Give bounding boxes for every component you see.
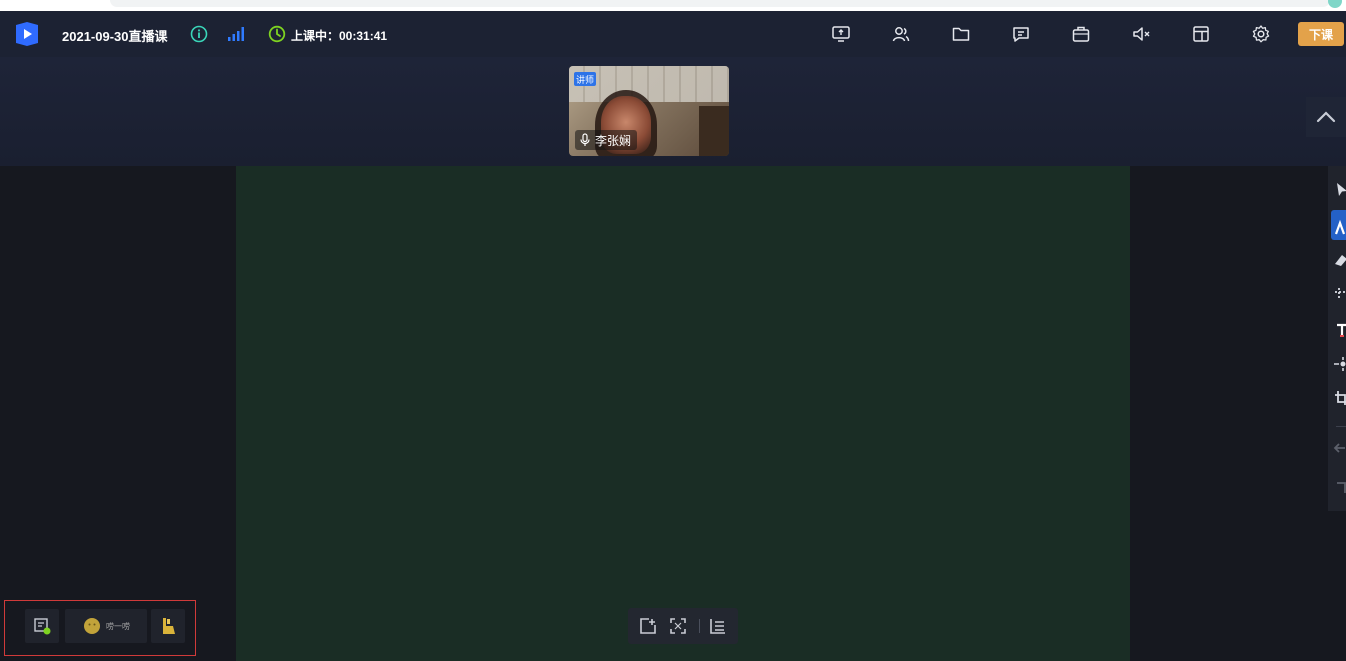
controls-divider — [699, 619, 700, 633]
toolbar-divider — [1336, 426, 1346, 427]
shape-icon — [1335, 288, 1346, 300]
cursor-icon — [1337, 183, 1346, 196]
emoji-icon — [84, 618, 100, 634]
select-tool-button[interactable] — [1331, 180, 1346, 200]
chat-icon — [1013, 27, 1029, 42]
class-status: 上课中：00:31:41 — [291, 29, 388, 43]
browser-chrome-edge — [0, 0, 1346, 11]
raise-hand-icon — [163, 618, 175, 634]
toolbox-button[interactable] — [1069, 22, 1093, 46]
microphone-icon[interactable] — [578, 133, 592, 147]
laser-tool-button[interactable] — [1331, 354, 1346, 374]
screen-share-icon — [832, 26, 850, 42]
whiteboard-page-controls — [628, 608, 738, 644]
undo-button[interactable] — [1331, 438, 1346, 458]
clear-button[interactable] — [1331, 478, 1346, 498]
collapse-video-button[interactable] — [1306, 97, 1346, 137]
fullscreen-icon — [670, 618, 686, 634]
chat-interact-button[interactable]: 唠一唠 — [65, 609, 147, 643]
laser-icon — [1334, 357, 1346, 371]
chevron-up-icon — [1316, 111, 1336, 123]
text-tool-button[interactable] — [1331, 320, 1346, 340]
whiteboard-canvas[interactable] — [236, 166, 1130, 661]
teacher-video-tile[interactable]: 讲师 李张娴 — [569, 66, 729, 156]
profile-avatar-icon[interactable] — [1328, 0, 1342, 8]
toolbox-icon — [1072, 26, 1090, 42]
whiteboard-toolbar — [1328, 166, 1346, 511]
speaker-button[interactable] — [1129, 22, 1153, 46]
info-icon[interactable] — [190, 25, 208, 43]
layout-button[interactable] — [1189, 22, 1213, 46]
page-list-button[interactable] — [708, 616, 728, 636]
video-background-shelf — [699, 106, 729, 156]
add-page-icon — [640, 618, 656, 634]
pen-icon — [1334, 219, 1346, 234]
eraser-icon — [1335, 255, 1346, 266]
clear-icon — [1337, 482, 1346, 493]
teacher-name: 李张娴 — [595, 133, 632, 148]
undo-icon — [1333, 443, 1345, 453]
settings-button[interactable] — [1249, 22, 1273, 46]
files-button[interactable] — [949, 22, 973, 46]
sign-in-button[interactable] — [25, 609, 59, 643]
name-plate: 李张娴 — [575, 130, 638, 150]
role-badge: 讲师 — [574, 72, 596, 86]
fullscreen-button[interactable] — [668, 616, 688, 636]
crop-tool-button[interactable] — [1331, 388, 1346, 408]
speaker-mute-icon — [1133, 27, 1150, 41]
end-class-button[interactable]: 下课 — [1298, 22, 1344, 46]
screen-share-button[interactable] — [829, 22, 853, 46]
video-strip: 讲师 李张娴 — [0, 57, 1346, 166]
crop-icon — [1335, 391, 1346, 405]
pen-tool-button[interactable] — [1331, 210, 1346, 240]
folder-icon — [952, 27, 970, 41]
room-title: 2021-09-30直播课 — [62, 29, 168, 44]
clock-icon — [268, 25, 286, 43]
layout-icon — [1193, 26, 1209, 42]
top-bar: 2021-09-30直播课 上课中：00:31:41 下课 — [0, 11, 1346, 57]
add-page-button[interactable] — [638, 616, 658, 636]
text-icon — [1337, 323, 1346, 337]
app-logo-icon — [16, 22, 38, 46]
page-list-icon — [710, 619, 725, 634]
members-button[interactable] — [889, 22, 913, 46]
interact-label: 唠一唠 — [106, 621, 130, 631]
bottom-interaction-panel: 唠一唠 — [4, 600, 196, 656]
sign-in-icon — [34, 618, 51, 635]
raise-hand-button[interactable] — [151, 609, 185, 643]
members-icon — [892, 27, 910, 42]
address-bar — [110, 0, 1330, 7]
settings-icon — [1252, 25, 1270, 43]
chat-button[interactable] — [1009, 22, 1033, 46]
eraser-tool-button[interactable] — [1331, 250, 1346, 270]
shape-tool-button[interactable] — [1331, 284, 1346, 304]
signal-strength-icon — [228, 27, 244, 41]
